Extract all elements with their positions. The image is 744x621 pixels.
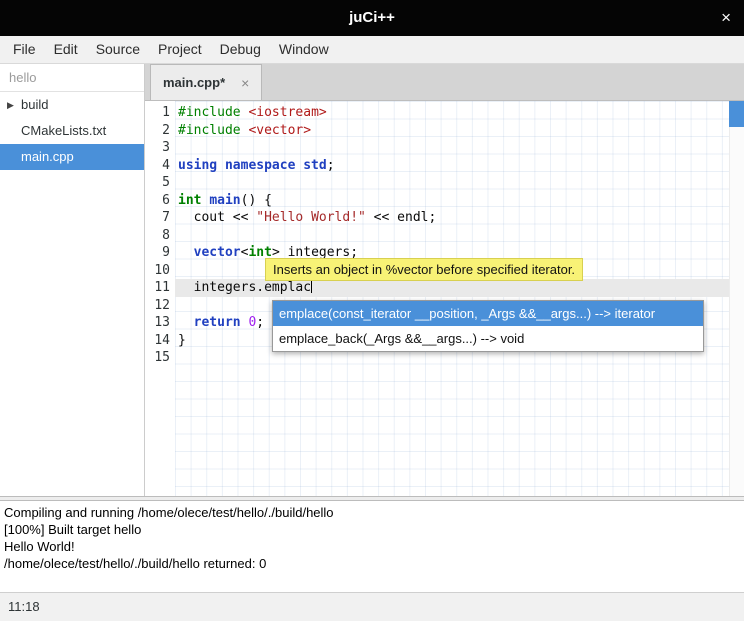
code-editor: 123456789101112131415 #include <iostream… — [145, 101, 744, 496]
line-number: 6 — [145, 192, 175, 210]
juci-window: juCi++ × FileEditSourceProjectDebugWindo… — [0, 0, 744, 621]
code-segment: vector — [194, 245, 241, 260]
menu-item-debug[interactable]: Debug — [211, 36, 270, 63]
completion-item[interactable]: emplace_back(_Args &&__args...) --> void — [273, 326, 703, 351]
line-number: 13 — [145, 314, 175, 332]
code-line-7[interactable]: cout << "Hello World!" << endl; — [175, 209, 744, 227]
line-number: 14 — [145, 332, 175, 350]
line-number: 8 — [145, 227, 175, 245]
terminal-output[interactable]: Compiling and running /home/olece/test/h… — [0, 501, 744, 592]
tab-bar: main.cpp* × — [145, 64, 744, 101]
menu-item-file[interactable]: File — [4, 36, 45, 63]
code-line-6[interactable]: int main() { — [175, 192, 744, 210]
menu-item-window[interactable]: Window — [270, 36, 338, 63]
window-title: juCi++ — [0, 0, 744, 36]
close-icon[interactable]: × — [721, 0, 731, 36]
completion-item[interactable]: emplace(const_iterator __position, _Args… — [273, 301, 703, 326]
terminal-line: /home/olece/test/hello/./build/hello ret… — [4, 555, 740, 572]
code-segment: <vector> — [248, 123, 311, 138]
code-segment: ; — [327, 158, 335, 173]
line-number: 7 — [145, 209, 175, 227]
code-segment — [178, 315, 194, 330]
line-number: 9 — [145, 244, 175, 262]
code-segment: integers.emplac — [178, 280, 311, 295]
project-name[interactable]: hello — [0, 64, 144, 92]
tree-item-main-cpp[interactable]: main.cpp — [0, 144, 144, 170]
tree-item-build[interactable]: ▶ build — [0, 92, 144, 118]
code-segment: () { — [241, 193, 272, 208]
line-number: 10 — [145, 262, 175, 280]
code-line-11[interactable]: integers.emplac — [175, 279, 744, 297]
code-line-5[interactable] — [175, 174, 744, 192]
line-number: 5 — [145, 174, 175, 192]
line-number: 12 — [145, 297, 175, 315]
line-number: 4 — [145, 157, 175, 175]
cursor-position: 11:18 — [8, 599, 40, 614]
code-segment: main — [209, 193, 240, 208]
terminal-line: Compiling and running /home/olece/test/h… — [4, 504, 740, 521]
code-segment: int — [178, 193, 201, 208]
code-segment: cout << — [178, 210, 256, 225]
code-line-2[interactable]: #include <vector> — [175, 122, 744, 140]
menu-bar: FileEditSourceProjectDebugWindow — [0, 36, 744, 64]
code-line-4[interactable]: using namespace std; — [175, 157, 744, 175]
tree-item-label: CMakeLists.txt — [21, 123, 106, 138]
code-segment: using namespace std — [178, 158, 327, 173]
code-segment: "Hello World!" — [256, 210, 366, 225]
code-segment: #include — [178, 123, 248, 138]
sidebar: hello ▶ build CMakeLists.txt main.cpp — [0, 64, 145, 496]
code-line-1[interactable]: #include <iostream> — [175, 104, 744, 122]
tab-close-icon[interactable]: × — [241, 75, 249, 91]
vertical-scrollbar[interactable] — [729, 101, 744, 496]
tree-item-cmakelists-txt[interactable]: CMakeLists.txt — [0, 118, 144, 144]
tree-item-label: build — [21, 97, 48, 112]
title-bar[interactable]: juCi++ × — [0, 0, 744, 36]
code-segment: << endl; — [366, 210, 436, 225]
code-area[interactable]: #include <iostream>#include <vector>usin… — [175, 101, 744, 496]
code-segment — [178, 245, 194, 260]
tab-label: main.cpp* — [163, 75, 225, 90]
code-segment: <iostream> — [248, 105, 326, 120]
line-number: 3 — [145, 139, 175, 157]
line-number: 15 — [145, 349, 175, 367]
code-segment: ; — [256, 315, 264, 330]
menu-item-project[interactable]: Project — [149, 36, 211, 63]
scrollbar-thumb[interactable] — [729, 101, 744, 127]
line-number: 11 — [145, 279, 175, 297]
text-cursor — [311, 279, 312, 293]
code-segment: return — [194, 315, 241, 330]
code-segment: #include — [178, 105, 248, 120]
status-bar: 11:18 — [0, 592, 744, 621]
menu-item-edit[interactable]: Edit — [45, 36, 87, 63]
menu-item-source[interactable]: Source — [87, 36, 149, 63]
line-number-gutter: 123456789101112131415 — [145, 101, 175, 496]
completion-popup: emplace(const_iterator __position, _Args… — [272, 300, 704, 352]
expander-icon[interactable]: ▶ — [7, 92, 14, 118]
tree-item-label: main.cpp — [21, 149, 74, 164]
code-segment: } — [178, 333, 186, 348]
code-line-3[interactable] — [175, 139, 744, 157]
terminal-line: [100%] Built target hello — [4, 521, 740, 538]
line-number: 1 — [145, 104, 175, 122]
file-tree: ▶ build CMakeLists.txt main.cpp — [0, 92, 144, 170]
code-line-8[interactable] — [175, 227, 744, 245]
tab-main-cpp[interactable]: main.cpp* × — [150, 64, 262, 100]
completion-doc-tooltip: Inserts an object in %vector before spec… — [265, 258, 583, 281]
terminal-line: Hello World! — [4, 538, 740, 555]
line-number: 2 — [145, 122, 175, 140]
